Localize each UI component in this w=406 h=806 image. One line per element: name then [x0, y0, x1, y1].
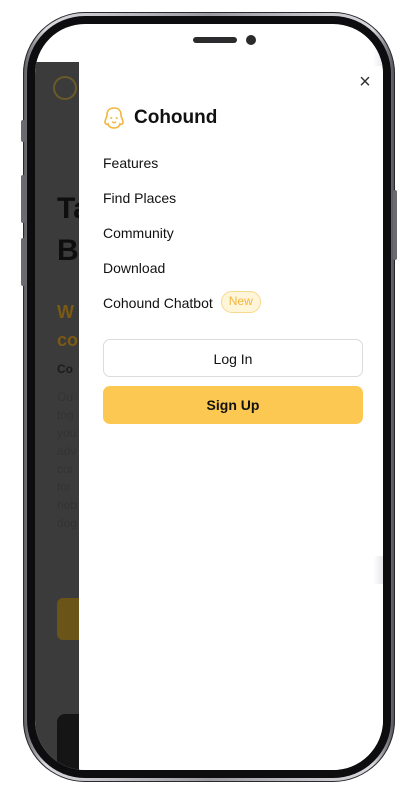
phone-screen: Ta Bu W co Co Ou tog you adv cor for hob… [35, 24, 383, 770]
nav-item-download[interactable]: Download [103, 257, 363, 292]
background-text-1: Ou [57, 390, 74, 404]
nav-item-features[interactable]: Features [103, 152, 363, 187]
screen-glare-bottom [373, 556, 383, 584]
phone-volume-up [21, 175, 25, 223]
front-camera [246, 35, 256, 45]
signup-button-label: Sign Up [206, 397, 260, 413]
login-button-label: Log In [213, 351, 253, 367]
nav-drawer: × Cohound Features Find Places Community… [79, 62, 383, 770]
nav-item-find-places[interactable]: Find Places [103, 187, 363, 222]
background-thumbnail [57, 714, 79, 770]
background-text-7: hob [57, 498, 78, 512]
background-subtitle-line-1: W [57, 302, 74, 322]
new-badge: New [220, 291, 261, 313]
dog-head-icon [104, 107, 124, 129]
background-page: Ta Bu W co Co Ou tog you adv cor for hob… [35, 62, 97, 770]
nav-item-label: Find Places [103, 190, 177, 206]
phone-volume-down [21, 238, 25, 286]
nav-item-label: Features [103, 155, 159, 171]
speaker-grille [193, 37, 237, 43]
background-logo-icon [53, 76, 77, 100]
nav-item-chatbot[interactable]: Cohound Chatbot New [103, 291, 363, 327]
background-text-8: dog [57, 516, 78, 530]
nav-item-label: Download [103, 260, 166, 276]
background-text-6: for [57, 480, 72, 494]
background-small-heading: Co [57, 362, 73, 376]
nav-item-label: Cohound Chatbot [103, 295, 213, 311]
signup-button[interactable]: Sign Up [103, 386, 363, 424]
login-button[interactable]: Log In [103, 339, 363, 377]
nav-item-label: Community [103, 225, 174, 241]
background-text-5: cor [57, 462, 74, 476]
background-text-3: you [57, 426, 77, 440]
background-cta-button [57, 598, 79, 640]
brand-name: Cohound [134, 107, 218, 128]
phone-mute-switch [21, 120, 25, 142]
screen-glare-top [373, 38, 383, 66]
background-text-4: adv [57, 444, 77, 458]
nav-item-community[interactable]: Community [103, 222, 363, 257]
nav-menu: Features Find Places Community Download … [103, 152, 363, 327]
background-subtitle-line-2: co [57, 330, 79, 350]
phone-power-button [393, 190, 397, 260]
close-icon[interactable]: × [355, 72, 375, 92]
background-text-2: tog [57, 408, 74, 422]
brand[interactable]: Cohound [103, 106, 217, 130]
